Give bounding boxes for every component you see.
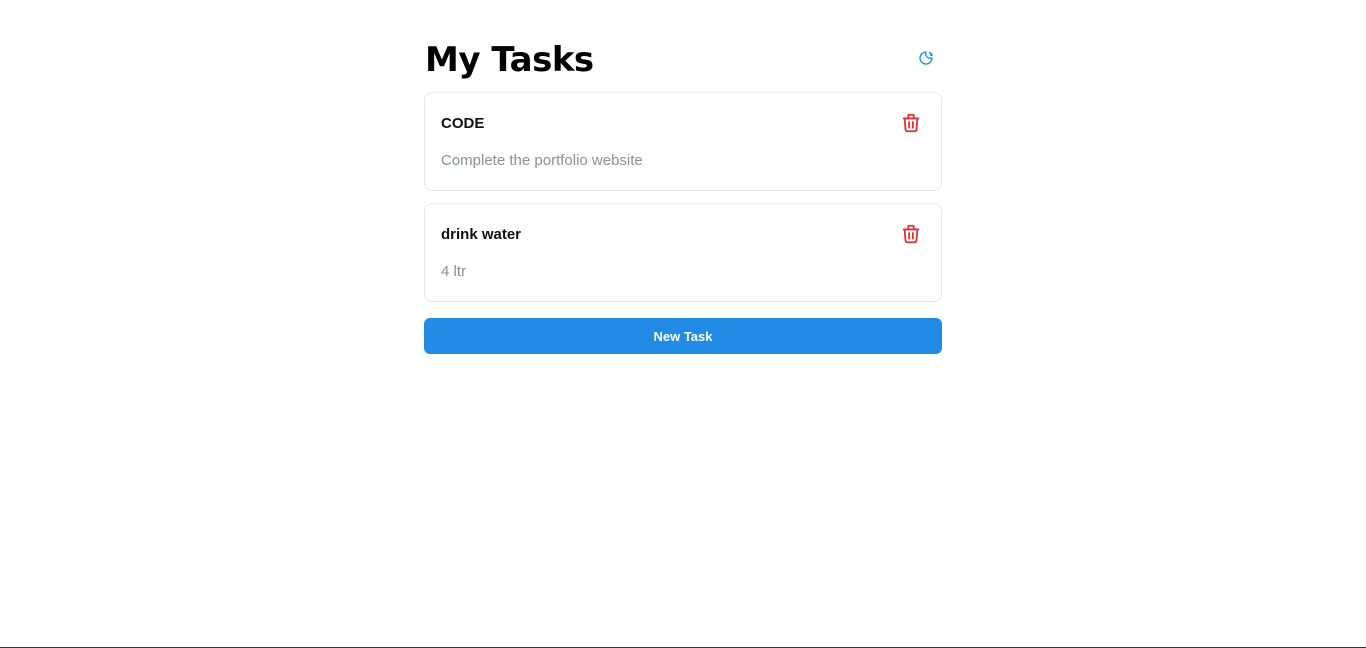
delete-task-button[interactable]	[900, 112, 922, 134]
task-description: 4 ltr	[441, 263, 467, 280]
task-description: Complete the portfolio website	[441, 152, 643, 169]
page-title: My Tasks	[425, 40, 594, 80]
new-task-button[interactable]: New Task	[424, 318, 942, 354]
trash-icon	[900, 223, 922, 245]
tasks-container: My Tasks CODE Complete the portfolio web…	[424, 36, 942, 354]
delete-task-button[interactable]	[900, 223, 922, 245]
page: My Tasks CODE Complete the portfolio web…	[0, 0, 1366, 648]
task-title: drink water	[441, 226, 522, 243]
task-card: CODE Complete the portfolio website	[424, 92, 942, 191]
task-card: drink water 4 ltr	[424, 203, 942, 302]
trash-icon	[900, 112, 922, 134]
header: My Tasks	[424, 36, 942, 92]
theme-toggle-button[interactable]	[916, 48, 936, 68]
moon-icon	[918, 50, 934, 66]
task-title: CODE	[441, 115, 485, 132]
